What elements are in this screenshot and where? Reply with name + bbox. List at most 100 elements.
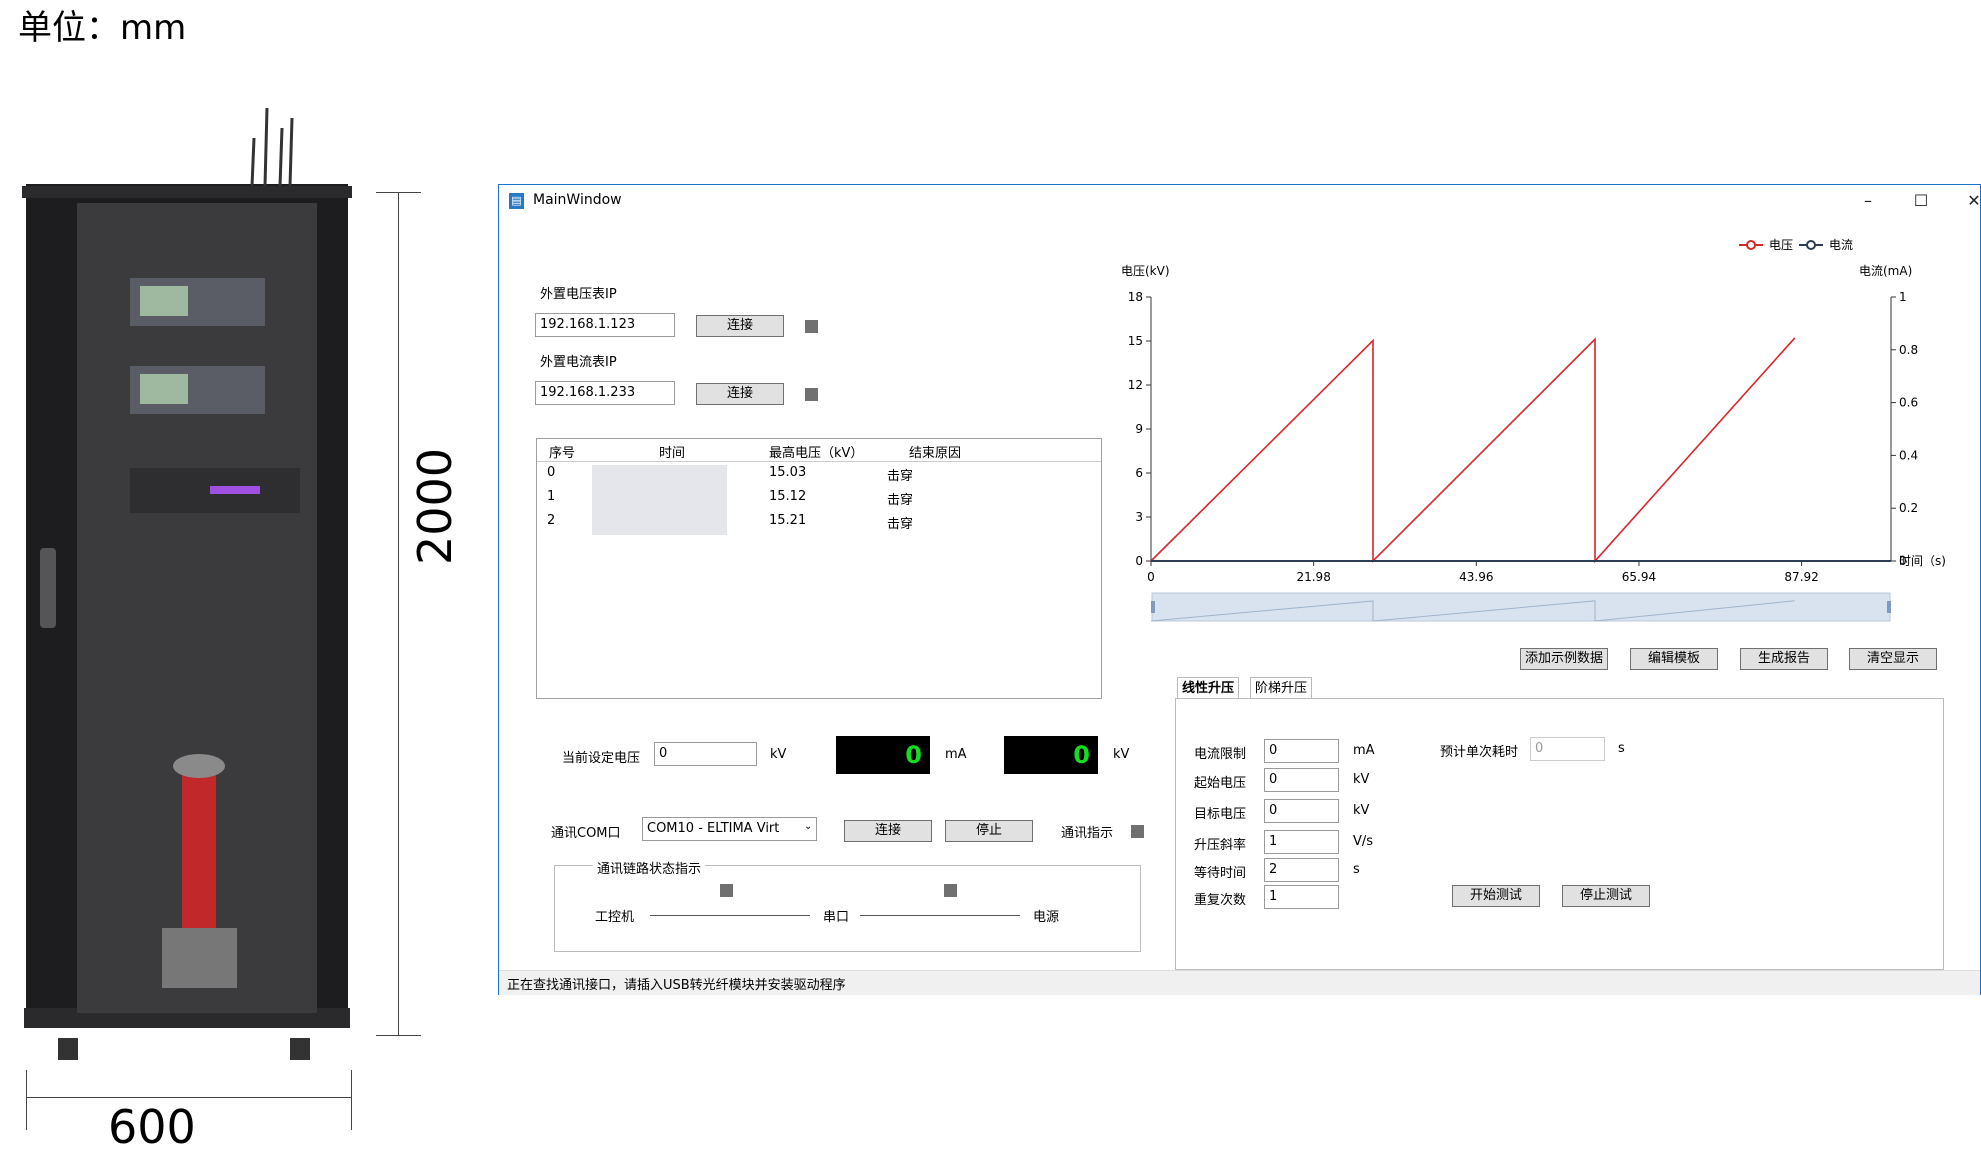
table-cell-index[interactable]: 1 [547,489,555,504]
maximize-button[interactable]: ☐ [1901,189,1941,213]
title-bar[interactable]: ▤ MainWindow – ☐ ✕ [499,185,1981,219]
current-limit-label: 电流限制 [1194,747,1247,762]
y-tick-label: 9 [1135,422,1143,436]
chart-series [1150,337,1891,564]
table-cell-voltage[interactable]: 15.21 [769,513,806,528]
legend-label: 电压 [1769,238,1793,252]
link-line-2 [860,915,1020,916]
y2-tick-label: 0.6 [1899,396,1918,410]
voltage-meter-ip-input[interactable]: 192.168.1.123 [535,313,675,337]
chart-axes: 电压(kV) 电流(mA)时间（s) [1121,264,1946,568]
wait-time-unit: s [1353,862,1360,877]
column-header-max-voltage[interactable]: 最高电压（kV） [769,442,863,461]
column-header-index[interactable]: 序号 [549,442,575,461]
table-cell-index[interactable]: 2 [547,513,555,528]
com-indicator-label: 通讯指示 [1061,826,1114,841]
target-voltage-unit: kV [1353,803,1370,818]
y2-tick-label: 0 [1899,554,1907,568]
voltage-meter-ip-label: 外置电压表IP [540,287,617,302]
y-tick-label: 0 [1135,554,1143,568]
table-cell-reason[interactable]: 击穿 [887,513,913,532]
com-stop-button[interactable]: 停止 [945,820,1033,842]
target-voltage-input[interactable]: 0 [1264,799,1339,823]
current-display-unit: mA [945,747,967,762]
current-meter-connect-button[interactable]: 连接 [696,383,784,405]
y-tick-label: 15 [1128,334,1143,348]
current-meter-status-indicator [805,388,818,401]
results-table[interactable]: 序号 时间 最高电压（kV） 结束原因 0 15.03 击穿 1 15.12 击… [536,438,1102,699]
com-port-select[interactable]: COM10 - ELTIMA Virt [642,817,817,841]
add-sample-data-button[interactable]: 添加示例数据 [1520,648,1608,670]
chevron-down-icon[interactable]: ⌄ [804,821,812,832]
link-status-group: 通讯链路状态指示 工控机 串口 电源 [554,858,1141,952]
clear-display-button[interactable]: 清空显示 [1849,648,1937,670]
estimated-time-label: 预计单次耗时 [1440,745,1519,760]
link-indicator-1 [720,884,733,897]
com-port-label: 通讯COM口 [551,826,621,841]
link-node-power: 电源 [1033,910,1060,925]
tab-linear-ramp[interactable]: 线性升压 [1177,677,1240,699]
start-test-button[interactable]: 开始测试 [1452,885,1540,907]
y-tick-label: 3 [1135,510,1143,524]
table-cell-voltage[interactable]: 15.03 [769,465,806,480]
repeat-count-input[interactable]: 1 [1264,885,1339,909]
edit-template-button[interactable]: 编辑模板 [1630,648,1718,670]
legend-marker [1746,240,1756,250]
setpoint-input[interactable]: 0 [654,742,757,766]
time-column-redacted [592,465,727,535]
ramp-rate-label: 升压斜率 [1194,838,1247,853]
table-cell-reason[interactable]: 击穿 [887,489,913,508]
repeat-count-label: 重复次数 [1194,893,1247,908]
voltage-meter-connect-button[interactable]: 连接 [696,315,784,337]
target-voltage-label: 目标电压 [1194,807,1247,822]
width-dimension: 600 [108,1100,196,1154]
cabinet-photo [22,108,352,1060]
voltage-current-chart[interactable]: 电压 电流 电压(kV) 电流(mA)时间（s) 036912151800.20.4… [1099,225,1969,645]
x-tick-label: 87.92 [1784,570,1818,584]
chart-ticks: 0 3 6 9 12 15 18 0 0.2 0.4 0.6 0.8 1 0 21.98 43.96 65.94… [1128,290,1918,584]
height-dimension-line [376,192,421,1036]
link-node-serial: 串口 [823,910,850,925]
legend-label: 电流 [1829,238,1853,252]
setpoint-unit: kV [770,747,787,762]
y-tick-label: 12 [1128,378,1143,392]
wait-time-input[interactable]: 2 [1264,858,1339,882]
ramp-rate-input[interactable]: 1 [1264,830,1339,854]
column-header-end-reason[interactable]: 结束原因 [909,442,961,461]
table-cell-index[interactable]: 0 [547,465,555,480]
y2-tick-label: 0.4 [1899,448,1918,462]
table-cell-voltage[interactable]: 15.12 [769,489,806,504]
x-tick-label: 43.96 [1459,570,1493,584]
stop-test-button[interactable]: 停止测试 [1562,885,1650,907]
ramp-rate-unit: V/s [1353,834,1374,849]
column-header-time[interactable]: 时间 [659,442,685,461]
generate-report-button[interactable]: 生成报告 [1740,648,1828,670]
current-meter-ip-input[interactable]: 192.168.1.233 [535,381,675,405]
com-connect-button[interactable]: 连接 [844,820,932,842]
x-tick-label: 21.98 [1296,570,1330,584]
series-line-voltage [1150,337,1796,564]
voltage-meter-status-indicator [805,320,818,333]
wait-time-label: 等待时间 [1194,866,1247,881]
link-node-pc: 工控机 [595,910,635,925]
link-status-title: 通讯链路状态指示 [593,858,706,877]
height-dimension: 2000 [408,447,462,565]
start-voltage-input[interactable]: 0 [1264,768,1339,792]
main-window: ▤ MainWindow – ☐ ✕ 外置电压表IP 192.168.1.123… [498,184,1981,995]
estimated-time-input: 0 [1530,737,1605,761]
current-limit-unit: mA [1353,743,1375,758]
table-cell-reason[interactable]: 击穿 [887,465,913,484]
navigator-handle-right [1887,601,1891,613]
close-button[interactable]: ✕ [1954,189,1981,213]
y-tick-label: 6 [1135,466,1143,480]
navigator-track [1151,592,1891,622]
current-limit-input[interactable]: 0 [1264,739,1339,763]
ramp-settings-panel: 电流限制 0 mA 起始电压 0 kV 目标电压 0 kV 升压斜率 1 V/s… [1175,698,1944,970]
start-voltage-unit: kV [1353,772,1370,787]
chart-navigator[interactable] [1150,592,1891,622]
y2-tick-label: 1 [1899,290,1907,304]
y-axis-label: 电压(kV) [1121,264,1170,278]
minimize-button[interactable]: – [1848,189,1888,213]
unit-label: 单位：mm [18,8,187,48]
tab-step-ramp[interactable]: 阶梯升压 [1250,677,1313,699]
